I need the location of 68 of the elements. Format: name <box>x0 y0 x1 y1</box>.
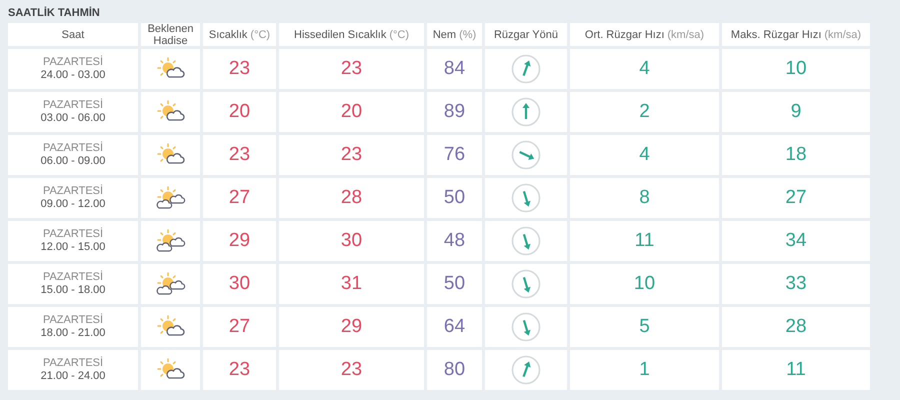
humidity-value: 48 <box>444 228 466 253</box>
day-label: PAZARTESİ <box>42 56 104 69</box>
column-header: Maks. Rüzgar Hızı (km/sa) <box>722 23 870 46</box>
day-label: PAZARTESİ <box>42 185 104 198</box>
max-wind-speed: 9 <box>790 100 802 124</box>
humidity-value: 76 <box>444 142 466 167</box>
max-wind-speed: 27 <box>785 186 807 210</box>
temperature-value: 29 <box>228 228 250 253</box>
humidity-value: 84 <box>444 56 466 81</box>
time-range: 09.00 - 12.00 <box>40 198 106 211</box>
column-header: Sıcaklık (°C) <box>203 23 276 46</box>
column-header: Rüzgar Yönü <box>485 23 567 46</box>
temperature-value: 27 <box>228 314 250 339</box>
temperature-value: 30 <box>228 272 250 296</box>
avg-wind-speed: 1 <box>639 358 650 382</box>
feels-like-value: 20 <box>340 100 362 124</box>
column-header: Hissedilen Sıcaklık (°C) <box>279 23 424 46</box>
section-title: SAATLİK TAHMİN <box>8 6 101 21</box>
feels-like-value: 28 <box>340 186 362 210</box>
temperature-value: 23 <box>228 142 250 167</box>
time-range: 21.00 - 24.00 <box>40 370 106 383</box>
feels-like-value: 23 <box>340 142 362 167</box>
avg-wind-speed: 5 <box>639 314 650 339</box>
feels-like-value: 29 <box>340 314 362 339</box>
day-label: PAZARTESİ <box>42 99 104 112</box>
max-wind-speed: 33 <box>785 272 807 296</box>
day-label: PAZARTESİ <box>42 142 104 155</box>
max-wind-speed: 10 <box>785 56 807 81</box>
column-header: Beklenen Hadise <box>141 23 200 46</box>
max-wind-speed: 11 <box>786 358 806 382</box>
temperature-value: 20 <box>228 100 250 124</box>
feels-like-value: 23 <box>340 56 362 81</box>
humidity-value: 50 <box>444 272 466 296</box>
feels-like-value: 30 <box>340 228 362 253</box>
feels-like-value: 31 <box>340 272 362 296</box>
column-header: Nem (%) <box>427 23 482 46</box>
avg-wind-speed: 8 <box>639 186 650 210</box>
time-range: 06.00 - 09.00 <box>40 155 106 168</box>
humidity-value: 80 <box>444 358 466 382</box>
humidity-value: 50 <box>444 186 466 210</box>
time-range: 15.00 - 18.00 <box>40 284 106 297</box>
avg-wind-speed: 4 <box>639 142 650 167</box>
column-header: Ort. Rüzgar Hızı (km/sa) <box>570 23 719 46</box>
temperature-value: 27 <box>228 186 250 210</box>
time-range: 12.00 - 15.00 <box>40 241 106 254</box>
time-range: 03.00 - 06.00 <box>40 112 106 125</box>
humidity-value: 89 <box>444 100 466 124</box>
time-range: 18.00 - 21.00 <box>40 327 106 340</box>
avg-wind-speed: 11 <box>634 228 654 253</box>
column-header: Saat <box>8 23 138 46</box>
sun-clouds-icon <box>156 229 186 253</box>
temperature-value: 23 <box>228 56 250 81</box>
sun-clouds-icon <box>156 186 186 210</box>
max-wind-speed: 28 <box>785 314 807 339</box>
time-range: 24.00 - 03.00 <box>40 69 106 82</box>
feels-like-value: 23 <box>340 358 362 382</box>
day-label: PAZARTESİ <box>42 357 104 370</box>
avg-wind-speed: 10 <box>634 272 656 296</box>
max-wind-speed: 34 <box>785 228 807 253</box>
day-label: PAZARTESİ <box>42 271 104 284</box>
max-wind-speed: 18 <box>785 142 807 167</box>
day-label: PAZARTESİ <box>42 228 104 241</box>
temperature-value: 23 <box>228 358 250 382</box>
sun-clouds-icon <box>156 272 186 296</box>
avg-wind-speed: 4 <box>639 56 650 81</box>
humidity-value: 64 <box>444 314 466 339</box>
day-label: PAZARTESİ <box>42 314 104 327</box>
avg-wind-speed: 2 <box>639 100 650 124</box>
